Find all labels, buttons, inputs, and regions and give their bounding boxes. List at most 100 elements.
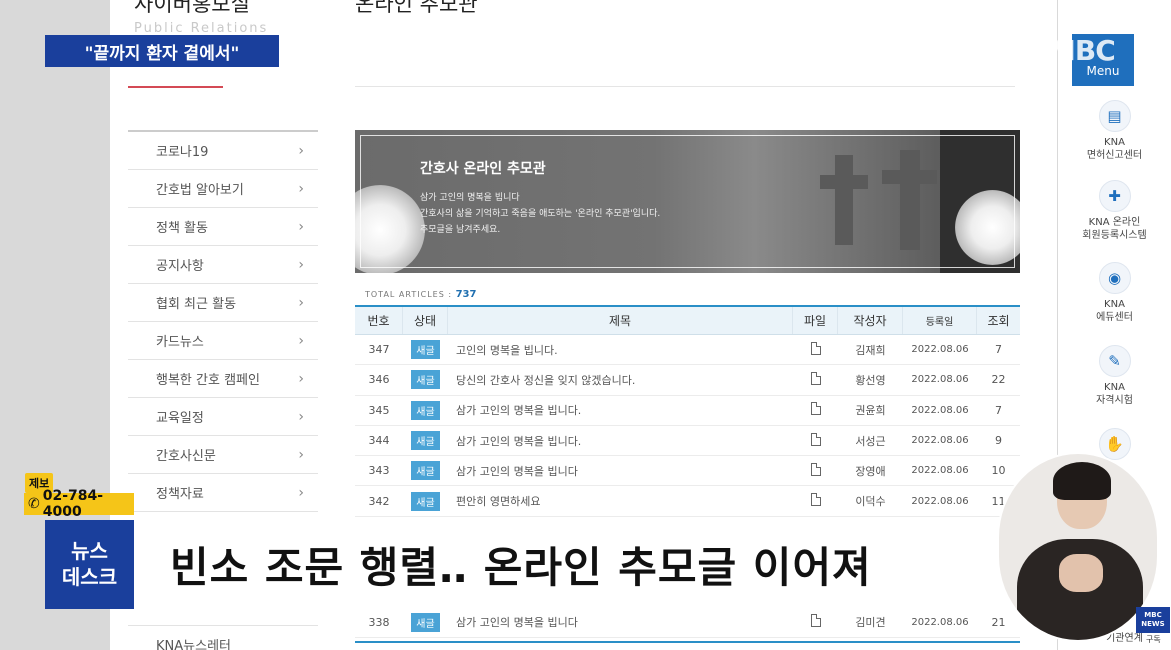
banner-description: 삼가 고인의 명복을 빕니다 간호사의 삶을 기억하고 죽음을 애도하는 '온라… (420, 190, 660, 238)
total-articles: TOTAL ARTICLES : 737 (365, 289, 476, 300)
title-underline (128, 86, 223, 88)
news-headline: 빈소 조문 행렬‥ 온라인 추모글 이어져 (134, 520, 1017, 609)
quick-item-license[interactable]: ▤ KNA 면허신고센터 (1058, 100, 1171, 162)
sidebar-item-label: 행복한 간호 캠페인 (156, 373, 260, 388)
quick-item-exam[interactable]: ✎ KNA 자격시험 (1058, 345, 1171, 407)
cell-no: 343 (368, 464, 390, 478)
sidebar-item-nursing-law[interactable]: 간호법 알아보기 › (128, 170, 318, 208)
page-title: 온라인 추모관 (355, 0, 478, 16)
cell-status: 새글 (403, 431, 448, 451)
cell-title-link[interactable]: 삼가 고인의 명복을 빕니다. (448, 433, 793, 449)
sidebar-item-newsletter[interactable]: KNA뉴스레터 (128, 626, 318, 650)
mbc-news-logo[interactable]: MBC NEWS (1136, 607, 1170, 633)
new-badge: 새글 (411, 612, 440, 632)
cell-title-link[interactable]: 편안히 영면하세요 (448, 493, 793, 509)
new-badge: 새글 (411, 340, 440, 360)
cell-no: 345 (368, 403, 390, 417)
cell-status: 새글 (403, 370, 448, 390)
cell-no: 342 (368, 494, 390, 508)
cell-file (793, 432, 838, 449)
cell-title-link[interactable]: 삼가 고인의 명복을 빕니다 (448, 463, 793, 479)
file-icon[interactable] (810, 462, 821, 476)
sidebar-item-education[interactable]: 교육일정 › (128, 398, 318, 436)
sidebar-item-newspaper[interactable]: 간호사신문 › (128, 436, 318, 474)
new-badge: 새글 (411, 461, 440, 481)
interpreter-hair (1053, 462, 1111, 500)
cell-status: 새글 (403, 612, 448, 632)
new-badge: 새글 (411, 491, 440, 511)
sidebar-item-label: 교육일정 (156, 411, 204, 426)
file-icon[interactable] (810, 341, 821, 355)
sidebar-item-label: 카드뉴스 (156, 335, 204, 350)
sidebar-item-campaign[interactable]: 행복한 간호 캠페인 › (128, 360, 318, 398)
table-row[interactable]: 347 새글 고인의 명복을 빕니다. 김재희 2022.08.06 7 (355, 335, 1020, 366)
quick-item-edu-center[interactable]: ◉ KNA 에듀센터 (1058, 262, 1171, 324)
cell-author: 황선영 (855, 373, 886, 387)
cell-file (793, 462, 838, 479)
add-user-icon: ✚ (1098, 180, 1131, 212)
file-icon[interactable] (810, 493, 821, 507)
chevron-right-icon: › (298, 218, 304, 235)
subscribe-label[interactable]: 구독 (1146, 634, 1161, 645)
file-icon[interactable] (810, 432, 821, 446)
cell-no: 346 (368, 373, 390, 387)
cell-date: 2022.08.06 (911, 495, 969, 507)
quick-item-label: KNA 자격시험 (1096, 382, 1133, 406)
new-badge: 새글 (411, 370, 440, 390)
chevron-right-icon: › (298, 408, 304, 425)
cell-file (793, 402, 838, 418)
cell-status: 새글 (403, 461, 448, 481)
table-row[interactable]: 338 새글 삼가 고인의 명복을 빕니다 김미견 2022.08.06 21 (355, 608, 1020, 638)
cell-title-link[interactable]: 삼가 고인의 명복을 빕니다 (448, 614, 793, 630)
cell-date: 2022.08.06 (911, 435, 969, 447)
cell-date: 2022.08.06 (911, 374, 969, 386)
table-bottom-border (355, 641, 1020, 643)
table-row[interactable]: 345 새글 삼가 고인의 명복을 빕니다. 권윤희 2022.08.06 7 (355, 396, 1020, 426)
site-title: 사이버홍보실 (134, 0, 250, 16)
divider (355, 86, 1015, 87)
sidebar-item-covid19[interactable]: 코로나19 › (128, 132, 318, 170)
header-title: 제목 (448, 307, 793, 334)
header-status: 상태 (403, 307, 448, 334)
cell-title-link[interactable]: 당신의 간호사 정신을 잊지 않겠습니다. (448, 372, 793, 388)
table-row[interactable]: 346 새글 당신의 간호사 정신을 잊지 않겠습니다. 황선영 2022.08.06 2… (355, 365, 1020, 396)
globe-icon: ◉ (1098, 262, 1131, 294)
sidebar-item-label: KNA뉴스레터 (156, 639, 231, 650)
id-card-icon: ▤ (1098, 100, 1131, 132)
quick-item-label: KNA 에듀센터 (1096, 299, 1133, 323)
sidebar-item-card-news[interactable]: 카드뉴스 › (128, 322, 318, 360)
table-row[interactable]: 343 새글 삼가 고인의 명복을 빕니다 장영애 2022.08.06 10 (355, 456, 1020, 487)
cell-file (793, 371, 838, 388)
file-icon[interactable] (810, 371, 821, 385)
total-count: 737 (455, 289, 477, 300)
header-file: 파일 (793, 307, 838, 334)
cell-status: 새글 (403, 491, 448, 511)
chevron-right-icon: › (298, 180, 304, 197)
program-logo: 뉴스 데스크 (45, 520, 134, 609)
table-row[interactable]: 342 새글 편안히 영면하세요 이덕수 2022.08.06 11 (355, 486, 1020, 517)
cell-title-link[interactable]: 고인의 명복을 빕니다. (448, 342, 793, 358)
cell-file (793, 614, 838, 630)
sidebar-item-policy-data[interactable]: 정책자료 › (128, 474, 318, 512)
cell-date: 2022.08.06 (911, 465, 969, 477)
file-icon[interactable] (810, 614, 821, 628)
table-row[interactable]: 344 새글 삼가 고인의 명복을 빕니다. 서성근 2022.08.06 9 (355, 426, 1020, 457)
cell-title-link[interactable]: 삼가 고인의 명복을 빕니다. (448, 402, 793, 418)
tip-phone: ✆ 02-784-4000 (24, 488, 134, 520)
sidebar-item-recent-activity[interactable]: 협회 최근 활동 › (128, 284, 318, 322)
screen: 사이버홍보실 Public Relations 코로나19 › 간호법 알아보기 ›… (0, 0, 1171, 650)
chevron-right-icon: › (298, 446, 304, 463)
sidebar-item-policy[interactable]: 정책 활동 › (128, 208, 318, 246)
interpreter-hands (1059, 554, 1103, 592)
cell-status: 새글 (403, 400, 448, 420)
quick-item-member-register[interactable]: ✚ KNA 온라인 회원등록시스템 (1058, 180, 1171, 242)
sidebar-item-label: 정책자료 (156, 487, 204, 502)
quick-item-label: KNA 면허신고센터 (1086, 137, 1143, 161)
cell-file (793, 341, 838, 358)
new-badge: 새글 (411, 400, 440, 420)
cell-author: 장영애 (855, 464, 886, 478)
cell-views: 7 (995, 403, 1002, 417)
header-no: 번호 (355, 307, 403, 334)
file-icon[interactable] (810, 402, 821, 416)
sidebar-item-notice[interactable]: 공지사항 › (128, 246, 318, 284)
